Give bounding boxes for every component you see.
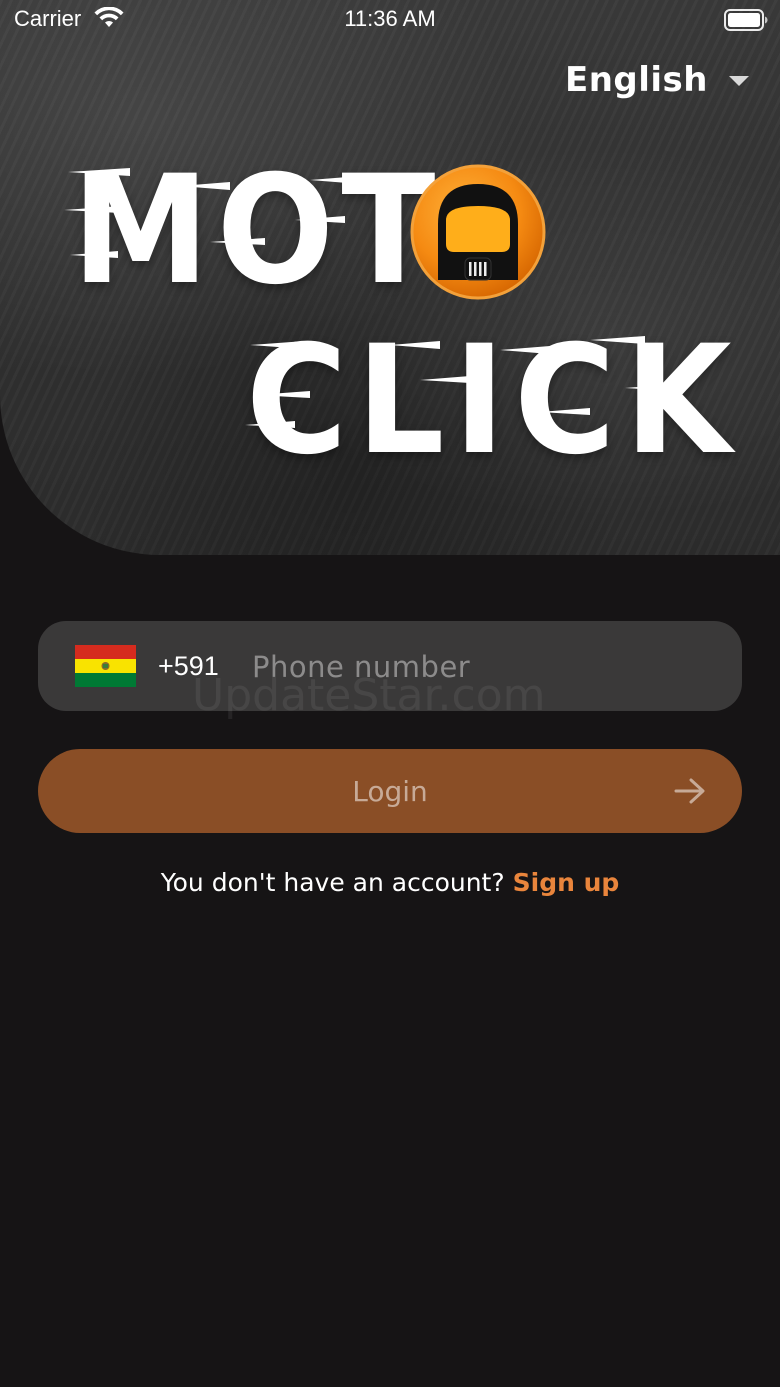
arrow-right-icon bbox=[674, 778, 705, 804]
caret-down-icon bbox=[729, 76, 749, 86]
battery-icon bbox=[724, 9, 768, 31]
speed-lines-decoration bbox=[64, 168, 675, 428]
signup-link[interactable]: Sign up bbox=[513, 868, 620, 897]
status-bar: Carrier 11:36 AM bbox=[0, 0, 780, 40]
bolivia-flag-icon[interactable] bbox=[75, 645, 136, 687]
signup-row: You don't have an account? Sign up bbox=[0, 868, 780, 897]
login-button-label: Login bbox=[352, 775, 428, 808]
language-label: English bbox=[564, 60, 708, 100]
login-button[interactable]: Login bbox=[38, 749, 742, 833]
app-logo: MOT CLICK bbox=[60, 150, 740, 490]
status-time: 11:36 AM bbox=[344, 6, 436, 31]
phone-number-input[interactable] bbox=[250, 641, 714, 693]
phone-field[interactable]: +591 bbox=[38, 621, 742, 711]
country-dial-code[interactable]: +591 bbox=[158, 651, 219, 682]
login-screen: Carrier 11:36 AM English MOT CLICK +591 … bbox=[0, 0, 780, 1387]
signup-prompt: You don't have an account? bbox=[160, 868, 505, 897]
language-selector[interactable]: English bbox=[565, 60, 750, 100]
